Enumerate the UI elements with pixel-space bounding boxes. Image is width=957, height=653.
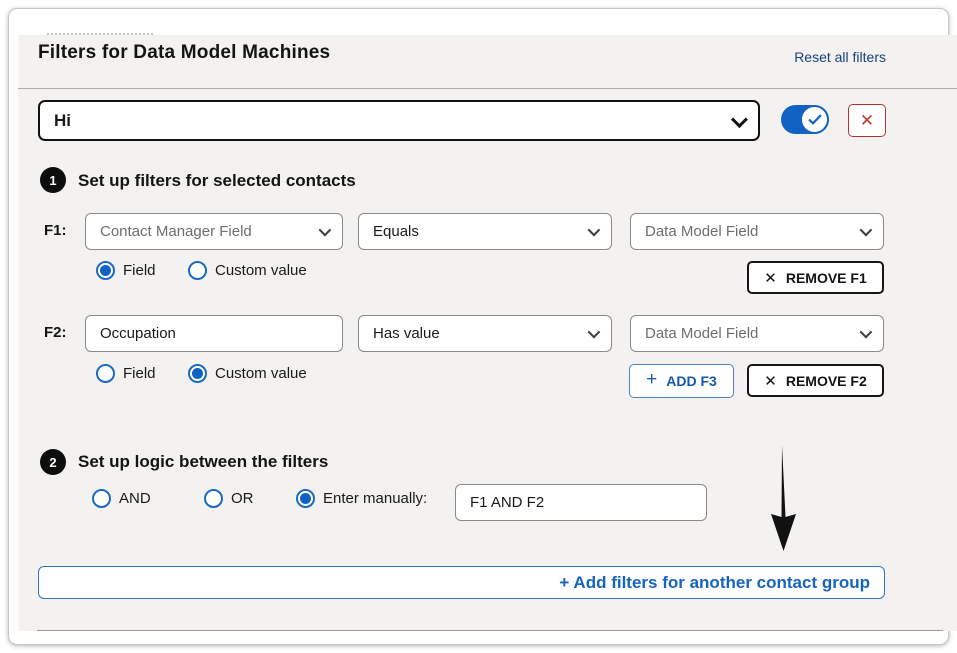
f1-target-select[interactable]: Data Model Field (630, 213, 884, 250)
close-icon: ✕ (764, 269, 777, 287)
step-1-title: Set up filters for selected contacts (78, 171, 356, 191)
radio-label: Field (123, 262, 156, 279)
add-filters-group-button[interactable]: + Add filters for another contact group (38, 566, 885, 599)
remove-f1-label: REMOVE F1 (786, 270, 867, 286)
logic-radio-manual[interactable]: Enter manually: (296, 489, 427, 508)
close-icon: ✕ (764, 372, 777, 390)
delete-group-button[interactable]: ✕ (848, 104, 886, 137)
chevron-down-icon (319, 224, 332, 237)
reset-all-filters-link[interactable]: Reset all filters (794, 49, 886, 65)
chevron-down-icon (860, 326, 873, 339)
step-2-title: Set up logic between the filters (78, 452, 328, 472)
header-divider (18, 88, 957, 89)
radio-button[interactable] (92, 489, 111, 508)
remove-f2-label: REMOVE F2 (786, 373, 867, 389)
chevron-down-icon (588, 326, 601, 339)
page-title: Filters for Data Model Machines (38, 42, 330, 64)
group-enabled-toggle[interactable] (781, 105, 829, 134)
f1-operator-select[interactable]: Equals (358, 213, 612, 250)
radio-button[interactable] (96, 364, 115, 383)
f1-field-select[interactable]: Contact Manager Field (85, 213, 343, 250)
radio-button[interactable] (188, 364, 207, 383)
logic-radio-and[interactable]: AND (92, 489, 151, 508)
f1-label: F1: (44, 222, 67, 239)
radio-button[interactable] (296, 489, 315, 508)
step-1-badge: 1 (40, 167, 66, 193)
check-icon (808, 114, 822, 125)
down-arrow-annotation (769, 445, 799, 552)
radio-label: Enter manually: (323, 490, 427, 507)
f2-field-input[interactable] (85, 315, 343, 352)
radio-button[interactable] (188, 261, 207, 280)
radio-label: OR (231, 490, 254, 507)
remove-f2-button[interactable]: ✕ REMOVE F2 (747, 364, 884, 397)
radio-button[interactable] (96, 261, 115, 280)
radio-label: Custom value (215, 262, 307, 279)
chevron-down-icon (731, 111, 748, 128)
radio-label: AND (119, 490, 151, 507)
step-2-badge: 2 (40, 449, 66, 475)
toggle-knob (800, 105, 829, 134)
logic-manual-input[interactable] (455, 484, 707, 521)
f1-radio-custom-value[interactable]: Custom value (188, 261, 307, 280)
plus-icon: + (646, 369, 657, 391)
f1-operator-value: Equals (373, 223, 419, 240)
f1-radio-field[interactable]: Field (96, 261, 156, 280)
logic-radio-or[interactable]: OR (204, 489, 254, 508)
f1-target-value: Data Model Field (645, 223, 758, 240)
close-icon: ✕ (860, 112, 874, 129)
f2-label: F2: (44, 324, 67, 341)
bottom-divider (37, 630, 943, 631)
f2-target-value: Data Model Field (645, 325, 758, 342)
chevron-down-icon (860, 224, 873, 237)
radio-label: Custom value (215, 365, 307, 382)
f2-radio-field[interactable]: Field (96, 364, 156, 383)
f2-radio-custom-value[interactable]: Custom value (188, 364, 307, 383)
f2-operator-value: Has value (373, 325, 440, 342)
contact-group-select-value: Hi (54, 111, 71, 131)
chevron-down-icon (588, 224, 601, 237)
f1-field-value: Contact Manager Field (100, 223, 252, 240)
radio-label: Field (123, 365, 156, 382)
add-filters-group-label: + Add filters for another contact group (559, 573, 870, 593)
contact-group-select[interactable]: Hi (38, 100, 760, 141)
f2-target-select[interactable]: Data Model Field (630, 315, 884, 352)
f2-operator-select[interactable]: Has value (358, 315, 612, 352)
page: Filters for Data Model Machines Reset al… (0, 0, 957, 653)
add-f3-label: ADD F3 (666, 373, 717, 389)
add-f3-button[interactable]: + ADD F3 (629, 364, 734, 398)
remove-f1-button[interactable]: ✕ REMOVE F1 (747, 261, 884, 294)
radio-button[interactable] (204, 489, 223, 508)
